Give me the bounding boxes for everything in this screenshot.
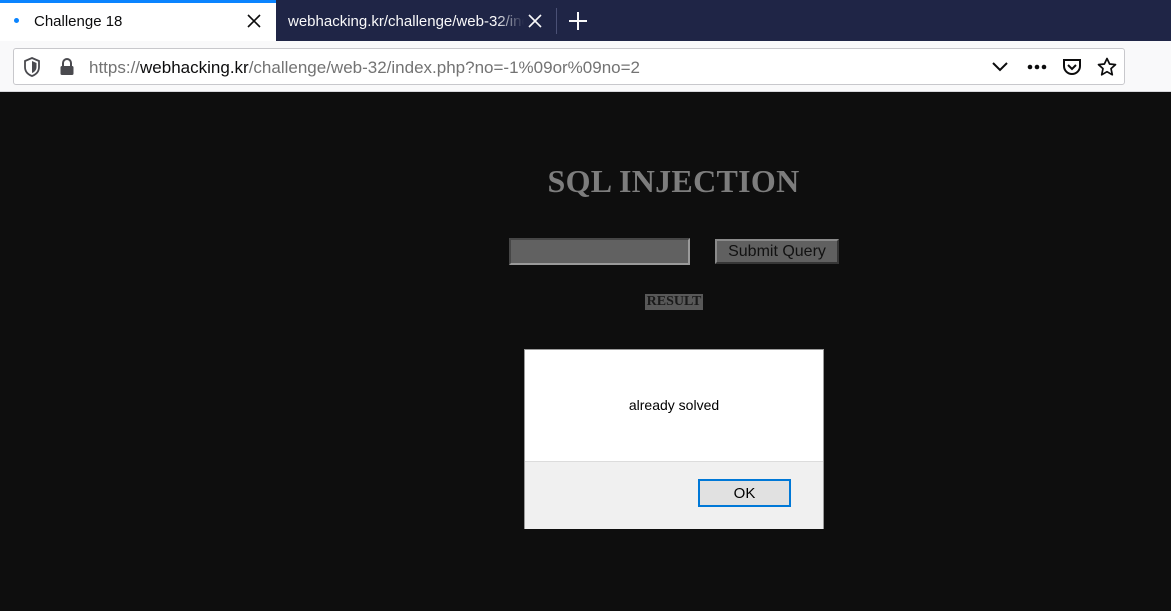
tab-webhacking[interactable]: webhacking.kr/challenge/web-32/index.php: [276, 0, 556, 41]
result-label: RESULT: [645, 294, 703, 310]
close-icon[interactable]: [526, 12, 544, 30]
url-host: webhacking.kr: [140, 58, 249, 77]
shield-icon[interactable]: [23, 57, 41, 82]
close-icon[interactable]: [245, 12, 263, 30]
tab-challenge-18[interactable]: Challenge 18: [0, 0, 276, 41]
ok-button[interactable]: OK: [698, 479, 791, 507]
dialog-message: already solved: [628, 397, 720, 413]
page-title: SQL INJECTION: [547, 163, 800, 199]
dialog-footer: OK: [525, 461, 823, 529]
more-icon[interactable]: [1027, 57, 1047, 77]
tab-title: Challenge 18: [34, 13, 123, 30]
tab-title: webhacking.kr/challenge/web-32/index.php: [288, 13, 524, 30]
lock-icon[interactable]: [59, 57, 75, 82]
pocket-icon[interactable]: [1062, 57, 1082, 77]
chevron-down-icon[interactable]: [990, 57, 1010, 77]
plus-icon[interactable]: [566, 9, 590, 33]
url-scheme: https://: [89, 58, 141, 77]
tab-loading-indicator: [14, 18, 19, 23]
star-icon[interactable]: [1097, 57, 1117, 77]
navigation-bar: https://webhacking.kr/challenge/web-32/i…: [0, 41, 1171, 92]
alert-dialog: already solved OK: [524, 349, 824, 529]
url-text[interactable]: https://webhacking.kr/challenge/web-32/i…: [89, 58, 640, 78]
tab-separator: [556, 8, 557, 34]
address-bar[interactable]: https://webhacking.kr/challenge/web-32/i…: [13, 48, 1125, 85]
submit-button[interactable]: Submit Query: [715, 239, 839, 264]
query-input[interactable]: [509, 238, 690, 265]
url-path: /challenge/web-32/index.php?no=-1%09or%0…: [248, 58, 641, 77]
tab-strip: Challenge 18 webhacking.kr/challenge/web…: [0, 0, 1171, 41]
